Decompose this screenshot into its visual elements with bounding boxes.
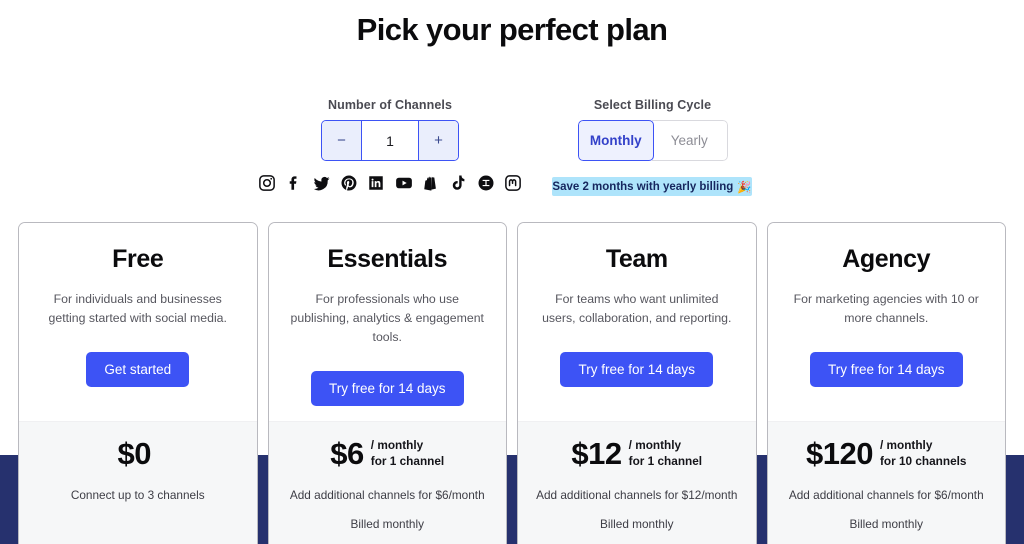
- pricing-page: Pick your perfect plan Number of Channel…: [0, 0, 1024, 544]
- plan-cta-button[interactable]: Get started: [86, 352, 190, 388]
- plan-cta-button[interactable]: Try free for 14 days: [310, 371, 464, 407]
- threads-icon[interactable]: [477, 174, 495, 192]
- plan-price-unit: / monthly for 1 channel: [629, 438, 702, 469]
- plan-price-row: $0: [31, 438, 245, 469]
- channels-control: Number of Channels − 1 +: [290, 98, 490, 161]
- plan-price-note: Add additional channels for $6/month: [289, 488, 485, 503]
- plan-price-row: $120 / monthly for 10 channels: [780, 438, 994, 469]
- plan-price-unit-line2: for 10 channels: [879, 453, 967, 468]
- pinterest-icon[interactable]: [340, 174, 358, 192]
- billing-option-yearly[interactable]: Yearly: [652, 120, 728, 161]
- twitter-icon[interactable]: [313, 174, 331, 192]
- plan-price-unit: / monthly for 1 channel: [371, 438, 444, 469]
- shopify-icon[interactable]: [422, 174, 440, 192]
- plan-price: $120: [805, 436, 873, 472]
- plan-price: $0: [117, 436, 152, 471]
- increment-button[interactable]: +: [418, 121, 458, 160]
- channels-label: Number of Channels: [327, 98, 453, 112]
- plan-card-agency: Agency For marketing agencies with 10 or…: [766, 222, 1006, 544]
- tiktok-icon[interactable]: [449, 174, 467, 192]
- plan-card-bottom: $12 / monthly for 1 channel Add addition…: [518, 421, 756, 544]
- plan-billed-note: Billed monthly: [600, 517, 674, 532]
- plan-price-note: Add additional channels for $6/month: [788, 488, 984, 503]
- plan-description: For marketing agencies with 10 or more c…: [793, 292, 979, 326]
- plan-title: Agency: [842, 245, 931, 273]
- plan-price-unit-line1: / monthly: [370, 438, 424, 452]
- plan-cta-button[interactable]: Try free for 14 days: [809, 352, 963, 388]
- plan-price-row: $12 / monthly for 1 channel: [530, 438, 744, 469]
- plan-price-unit-line1: / monthly: [628, 438, 682, 452]
- billing-cycle-control: Select Billing Cycle Monthly Yearly: [550, 98, 755, 161]
- billing-cycle-toggle[interactable]: Monthly Yearly: [577, 120, 728, 161]
- supported-channels-icons: [258, 174, 522, 192]
- billing-cycle-label: Select Billing Cycle: [593, 98, 712, 112]
- plan-price-unit-line2: for 1 channel: [628, 453, 703, 468]
- plan-cards: Free For individuals and businesses gett…: [18, 222, 1006, 544]
- plan-card-top: Free For individuals and businesses gett…: [19, 223, 257, 421]
- plan-card-top: Team For teams who want unlimited users,…: [518, 223, 756, 421]
- plan-billed-note: Billed monthly: [350, 517, 424, 532]
- plan-price-unit-line1: / monthly: [879, 438, 933, 452]
- channels-value[interactable]: 1: [362, 121, 418, 160]
- instagram-icon[interactable]: [258, 174, 276, 192]
- plan-description: For individuals and businesses getting s…: [48, 292, 227, 326]
- plan-description: For professionals who use publishing, an…: [290, 292, 484, 345]
- plan-cta-button[interactable]: Try free for 14 days: [560, 352, 714, 388]
- decrement-button[interactable]: −: [322, 121, 362, 160]
- linkedin-icon[interactable]: [367, 174, 385, 192]
- plan-title: Team: [605, 245, 668, 273]
- facebook-icon[interactable]: [285, 174, 303, 192]
- plan-card-top: Agency For marketing agencies with 10 or…: [767, 223, 1005, 421]
- billing-option-monthly[interactable]: Monthly: [577, 120, 654, 161]
- youtube-icon[interactable]: [395, 174, 413, 192]
- mastodon-icon[interactable]: [504, 174, 522, 192]
- plan-price: $12: [571, 436, 622, 472]
- plan-title: Free: [112, 245, 164, 273]
- plan-billed-note: Billed monthly: [849, 517, 923, 532]
- plan-price: $6: [330, 436, 364, 472]
- page-title: Pick your perfect plan: [356, 12, 668, 47]
- plan-card-essentials: Essentials For professionals who use pub…: [267, 222, 507, 544]
- plan-card-top: Essentials For professionals who use pub…: [268, 223, 506, 421]
- save-badge-text: Save 2 months with yearly billing: [552, 180, 734, 193]
- plan-price-row: $6 / monthly for 1 channel: [281, 438, 495, 469]
- plan-price-note: Connect up to 3 channels: [70, 488, 205, 502]
- plan-title: Essentials: [327, 245, 448, 273]
- plan-card-bottom: $0 Connect up to 3 channels: [19, 421, 257, 544]
- plan-price-note: Add additional channels for $12/month: [536, 488, 738, 503]
- plan-card-team: Team For teams who want unlimited users,…: [517, 222, 757, 544]
- plan-price-unit: / monthly for 10 channels: [880, 438, 967, 469]
- plan-card-bottom: $6 / monthly for 1 channel Add additiona…: [268, 421, 506, 544]
- plan-description: For teams who want unlimited users, coll…: [542, 292, 732, 326]
- plan-card-free: Free For individuals and businesses gett…: [18, 222, 258, 544]
- plan-price-unit-line2: for 1 channel: [370, 453, 445, 468]
- save-badge: Save 2 months with yearly billing 🎉: [552, 177, 752, 196]
- party-popper-icon: 🎉: [737, 181, 752, 194]
- quantity-stepper[interactable]: − 1 +: [321, 120, 459, 161]
- plan-card-bottom: $120 / monthly for 10 channels Add addit…: [767, 421, 1005, 544]
